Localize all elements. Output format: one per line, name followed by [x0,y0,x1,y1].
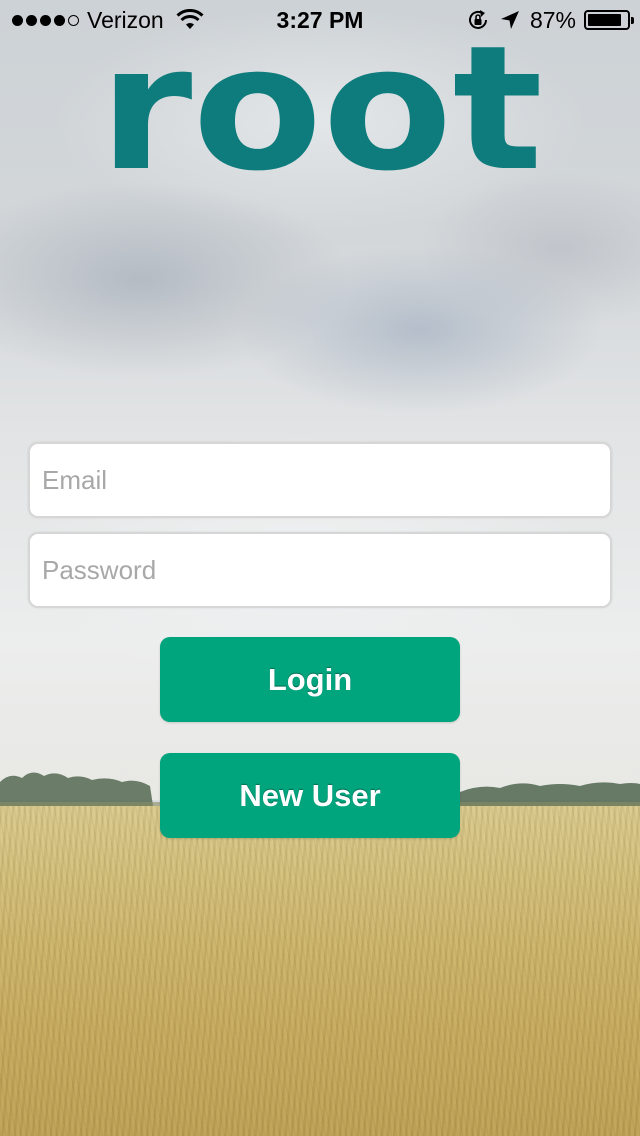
rotation-lock-icon [468,10,487,29]
wheat-field-shading [0,806,640,1136]
battery-percent: 87% [529,7,576,33]
battery-icon [584,10,634,30]
email-field[interactable] [28,442,612,518]
battery-terminal [631,17,634,24]
logo-text: root [99,38,543,172]
new-user-button[interactable]: New User [160,753,460,838]
battery-level-fill [588,14,622,26]
password-field[interactable] [28,532,612,608]
root-logo: root [99,38,543,172]
status-right: 87% [466,7,634,33]
location-arrow-icon [500,11,519,29]
login-screen: Verizon 3:27 PM 87% root Email Login New… [0,0,640,1136]
login-button[interactable]: Login [160,637,460,722]
status-bar: Verizon 3:27 PM 87% [0,0,640,40]
